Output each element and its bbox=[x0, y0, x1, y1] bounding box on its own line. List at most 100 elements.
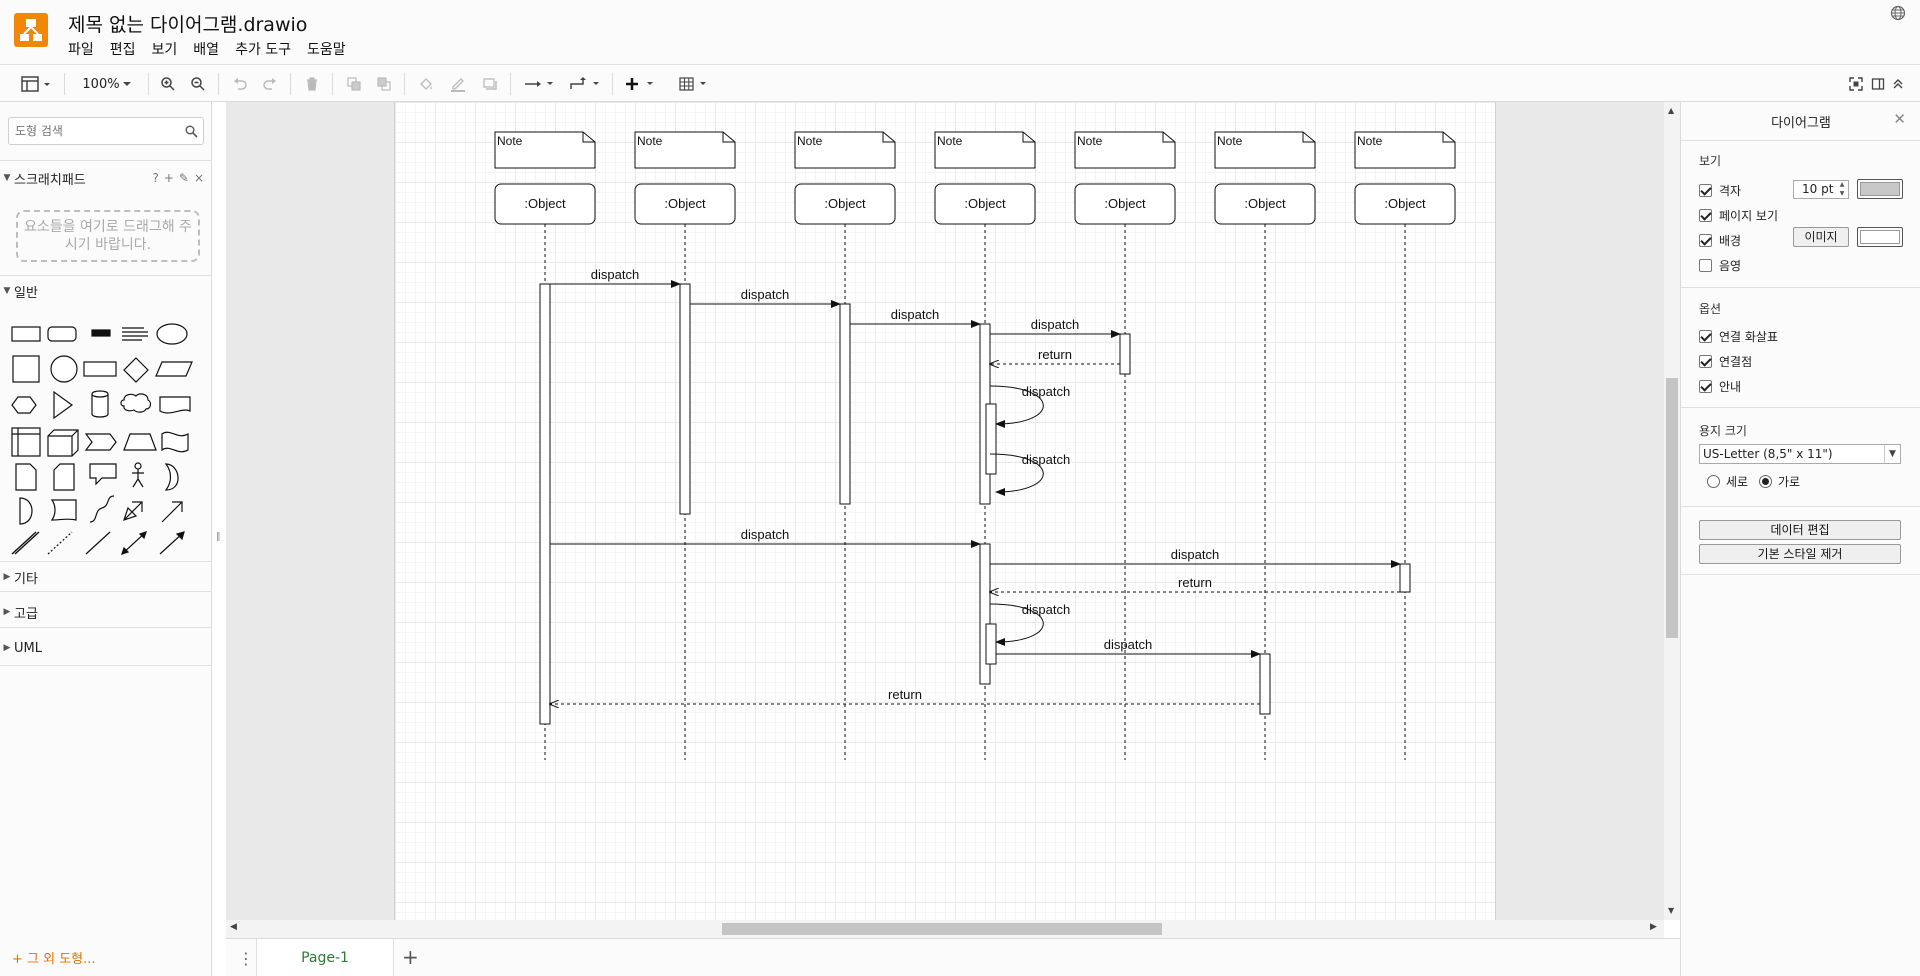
triangle-shape[interactable] bbox=[53, 390, 74, 420]
sidebar-resize-handle[interactable]: ‖ bbox=[216, 532, 222, 546]
close-icon[interactable]: ✕ bbox=[1893, 110, 1906, 128]
to-front-button[interactable] bbox=[342, 73, 366, 95]
note-label[interactable]: Note bbox=[937, 134, 963, 148]
bidirectional-arrow-shape[interactable] bbox=[123, 501, 143, 521]
paper-size-select[interactable]: US-Letter (8,5" x 11") ▼ bbox=[1699, 444, 1901, 464]
help-icon[interactable]: ? bbox=[152, 171, 158, 185]
fill-color-button[interactable] bbox=[414, 73, 438, 95]
parallelogram-shape[interactable] bbox=[155, 361, 193, 377]
zoom-dropdown[interactable]: 100% bbox=[80, 73, 136, 95]
scratchpad-dropzone[interactable]: 요소들을 여기로 드래그해 주시기 바랍니다. bbox=[16, 210, 200, 262]
message-label[interactable]: dispatch bbox=[1022, 452, 1070, 467]
diamond-shape[interactable] bbox=[123, 357, 149, 383]
uml-section-header[interactable]: ▶ UML bbox=[0, 635, 212, 661]
square-shape[interactable] bbox=[12, 355, 40, 383]
arrow-shape[interactable] bbox=[161, 501, 183, 523]
note-label[interactable]: Note bbox=[797, 134, 823, 148]
message-label[interactable]: dispatch bbox=[741, 527, 789, 542]
waypoints-button[interactable] bbox=[566, 73, 606, 95]
add-page-icon[interactable]: + bbox=[402, 945, 419, 969]
scratchpad-header[interactable]: ▼ 스크래치패드 ? + ✎ × bbox=[0, 165, 212, 191]
guides-checkbox[interactable]: 안내 bbox=[1699, 378, 1741, 395]
undo-button[interactable] bbox=[228, 73, 252, 95]
activation-bar[interactable] bbox=[1399, 563, 1411, 593]
cylinder-shape[interactable] bbox=[91, 390, 109, 418]
document-shape[interactable] bbox=[159, 396, 191, 414]
stepper-down-icon[interactable]: ▼ bbox=[1837, 190, 1847, 198]
advanced-section-header[interactable]: ▶ 고급 bbox=[0, 599, 212, 625]
message-label[interactable]: return bbox=[1178, 575, 1212, 590]
grid-checkbox[interactable]: 격자 bbox=[1699, 182, 1741, 199]
text-shape[interactable] bbox=[91, 329, 111, 337]
actor-shape[interactable] bbox=[132, 462, 144, 488]
activation-bar[interactable] bbox=[839, 303, 851, 505]
message-label[interactable]: dispatch bbox=[1031, 317, 1079, 332]
rectangle-shape[interactable] bbox=[11, 326, 41, 342]
more-shapes-link[interactable]: + 그 외 도형... bbox=[12, 948, 96, 967]
note-label[interactable]: Note bbox=[497, 134, 523, 148]
clear-default-style-button[interactable]: 기본 스타일 제거 bbox=[1699, 544, 1901, 564]
callout-shape[interactable] bbox=[89, 463, 117, 486]
connection-arrows-checkbox[interactable]: 연결 화살표 bbox=[1699, 328, 1778, 345]
background-color-swatch[interactable] bbox=[1857, 227, 1903, 247]
vertical-scroll-thumb[interactable] bbox=[1666, 378, 1678, 638]
message-label[interactable]: dispatch bbox=[1171, 547, 1219, 562]
page-menu-icon[interactable]: ⋮ bbox=[238, 949, 254, 968]
delete-button[interactable] bbox=[300, 73, 324, 95]
portrait-radio[interactable]: 세로 bbox=[1707, 473, 1748, 490]
menu-edit[interactable]: 편집 bbox=[110, 39, 136, 59]
language-globe-icon[interactable] bbox=[1890, 5, 1906, 25]
object-label[interactable]: :Object bbox=[824, 196, 866, 211]
process-shape[interactable] bbox=[83, 361, 117, 377]
note-label[interactable]: Note bbox=[1357, 134, 1383, 148]
message-label[interactable]: dispatch bbox=[741, 287, 789, 302]
shadow-checkbox[interactable]: 음영 bbox=[1699, 257, 1741, 274]
ellipse-shape[interactable] bbox=[156, 323, 188, 345]
to-back-button[interactable] bbox=[372, 73, 396, 95]
tape-shape[interactable] bbox=[161, 431, 189, 453]
message-label[interactable]: dispatch bbox=[1022, 384, 1070, 399]
bidirectional-connector-shape[interactable] bbox=[121, 531, 147, 555]
object-label[interactable]: :Object bbox=[664, 196, 706, 211]
redo-button[interactable] bbox=[258, 73, 282, 95]
message-label[interactable]: dispatch bbox=[1104, 637, 1152, 652]
message-label[interactable]: dispatch bbox=[891, 307, 939, 322]
close-icon[interactable]: × bbox=[194, 171, 204, 185]
or-shape[interactable] bbox=[164, 463, 179, 491]
activation-bar[interactable] bbox=[1119, 333, 1131, 375]
message-label[interactable]: dispatch bbox=[591, 267, 639, 282]
collapse-toolbar-button[interactable] bbox=[1888, 73, 1908, 95]
message-label[interactable]: return bbox=[888, 687, 922, 702]
dashed-line-shape[interactable] bbox=[47, 531, 73, 555]
menu-view[interactable]: 보기 bbox=[152, 39, 178, 59]
message-label[interactable]: return bbox=[1038, 347, 1072, 362]
textbox-shape[interactable] bbox=[122, 327, 148, 341]
and-shape[interactable] bbox=[19, 497, 33, 525]
landscape-radio[interactable]: 가로 bbox=[1759, 473, 1800, 490]
grid-color-swatch[interactable] bbox=[1857, 179, 1903, 199]
directional-connector-shape[interactable] bbox=[159, 531, 185, 555]
shadow-button[interactable] bbox=[478, 73, 502, 95]
horizontal-scroll-thumb[interactable] bbox=[722, 923, 1162, 935]
menu-help[interactable]: 도움말 bbox=[307, 39, 346, 59]
menu-arrange[interactable]: 배열 bbox=[193, 39, 219, 59]
object-label[interactable]: :Object bbox=[1104, 196, 1146, 211]
object-label[interactable]: :Object bbox=[964, 196, 1006, 211]
edit-data-button[interactable]: 데이터 편집 bbox=[1699, 520, 1901, 540]
link-shape[interactable] bbox=[11, 531, 40, 555]
page-view-checkbox[interactable]: 페이지 보기 bbox=[1699, 207, 1778, 224]
search-icon[interactable] bbox=[185, 125, 198, 138]
note-shape[interactable] bbox=[15, 463, 37, 491]
horizontal-scrollbar[interactable]: ◀ ▶ bbox=[226, 920, 1664, 938]
add-icon[interactable]: + bbox=[164, 171, 174, 185]
activation-bar[interactable] bbox=[539, 283, 551, 725]
step-shape[interactable] bbox=[84, 433, 117, 451]
activation-bar[interactable] bbox=[1259, 653, 1271, 715]
fullscreen-button[interactable] bbox=[1846, 73, 1866, 95]
object-label[interactable]: :Object bbox=[524, 196, 566, 211]
format-panel-toggle[interactable] bbox=[1868, 73, 1888, 95]
card-shape[interactable] bbox=[53, 463, 75, 491]
note-label[interactable]: Note bbox=[1077, 134, 1103, 148]
data-storage-shape[interactable] bbox=[50, 499, 77, 521]
grid-size-stepper[interactable]: 10 pt ▲ ▼ bbox=[1793, 180, 1849, 199]
